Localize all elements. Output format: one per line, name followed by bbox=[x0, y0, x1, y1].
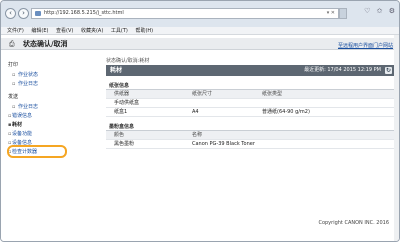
paper-info-section: 纸张信息 供纸器 纸张尺寸 纸张类型 手动供纸盒 纸盒1 A4 普通纸(64-9… bbox=[106, 82, 395, 117]
menu-favorites[interactable]: 收藏夹(A) bbox=[81, 28, 103, 34]
selection-highlight bbox=[7, 145, 67, 158]
scrollbar[interactable] bbox=[394, 35, 399, 241]
sidebar: 打印 ▫ 作业状态 ▫ 作业日志 发送 ▫ 作业日志 ▫ 错误信息 ▪ 耗材 ▫ 设备功能 … bbox=[6, 57, 102, 158]
sidebar-item-print-job-log[interactable]: ▫ 作业日志 bbox=[6, 80, 102, 89]
page-content: ⎙ 状态确认/取消 至远程用户界面门户网站 打印 ▫ 作业状态 ▫ 作业日志 发送 … bbox=[1, 35, 399, 241]
breadcrumb: 状态确认/取消:耗材 bbox=[106, 58, 150, 64]
table-cell: 手动供纸盒 bbox=[114, 100, 140, 106]
sidebar-item-label: 设备功能 bbox=[12, 131, 33, 137]
sidebar-item-label: 耗材 bbox=[12, 122, 23, 128]
column-header: 纸张尺寸 bbox=[192, 91, 213, 97]
menu-bar: 文件(F) 编辑(E) 查看(V) 收藏夹(A) 工具(T) 帮助(H) bbox=[1, 27, 399, 35]
back-icon[interactable]: ‹ bbox=[5, 8, 16, 19]
browser-toolbar: ‹ › http://192.168.5.215/j_sttc.html ▾ ✕… bbox=[1, 1, 399, 27]
browser-window: ‹ › http://192.168.5.215/j_sttc.html ▾ ✕… bbox=[0, 0, 400, 242]
menu-tools[interactable]: 工具(T) bbox=[111, 28, 128, 34]
bullet-icon: ▫ bbox=[12, 72, 16, 78]
table-cell: 黑色墨粉 bbox=[114, 141, 135, 147]
bullet-icon: ▫ bbox=[12, 104, 16, 110]
sidebar-item-error-info[interactable]: ▫ 错误信息 bbox=[6, 112, 102, 121]
refresh-icon[interactable]: ↻ bbox=[385, 67, 392, 74]
portal-link[interactable]: 至远程用户界面门户网站 bbox=[338, 42, 393, 49]
address-bar[interactable]: http://192.168.5.215/j_sttc.html ▾ ✕ bbox=[31, 8, 339, 19]
address-tools-icon[interactable]: ▾ ✕ bbox=[327, 9, 335, 18]
table-header-row: 颜色 名称 bbox=[106, 131, 395, 140]
table-cell: 纸盒1 bbox=[114, 109, 128, 115]
sidebar-item-print-job-status[interactable]: ▫ 作业状态 bbox=[6, 71, 102, 80]
bullet-icon: ▫ bbox=[12, 81, 16, 87]
sidebar-item-label: 作业日志 bbox=[18, 104, 39, 110]
column-header: 供纸器 bbox=[114, 91, 130, 97]
sidebar-item-label: 作业日志 bbox=[18, 81, 39, 87]
sidebar-item-consumables[interactable]: ▪ 耗材 bbox=[6, 121, 102, 130]
content-title: 耗材 bbox=[110, 67, 123, 74]
column-header: 名称 bbox=[192, 132, 203, 138]
sidebar-item-label: 作业状态 bbox=[18, 72, 39, 78]
page-header: ⎙ 状态确认/取消 至远程用户界面门户网站 bbox=[1, 38, 399, 50]
column-header: 纸张类型 bbox=[262, 91, 283, 97]
bullet-icon: ▪ bbox=[8, 122, 12, 128]
url-text: http://192.168.5.215/j_sttc.html bbox=[44, 10, 124, 16]
sidebar-item-send-job-log[interactable]: ▫ 作业日志 bbox=[6, 103, 102, 112]
column-header: 颜色 bbox=[114, 132, 125, 138]
main-panel: 状态确认/取消:耗材 耗材 最近更新: 17/04 2015 12:19 PM … bbox=[106, 57, 395, 149]
bullet-icon: ▫ bbox=[8, 131, 12, 137]
section-heading: 墨粉盒信息 bbox=[106, 123, 395, 131]
copyright: Copyright CANON INC. 2016 bbox=[318, 220, 389, 226]
status-icon: ⎙ bbox=[9, 40, 15, 48]
forward-icon[interactable]: › bbox=[18, 8, 29, 19]
page-icon bbox=[35, 11, 41, 16]
sidebar-item-device-features[interactable]: ▫ 设备功能 bbox=[6, 130, 102, 139]
section-heading: 纸张信息 bbox=[106, 82, 395, 90]
sidebar-section-send: 发送 bbox=[8, 94, 19, 100]
cartridge-info-section: 墨粉盒信息 颜色 名称 黑色墨粉 Canon PG-39 Black Toner bbox=[106, 123, 395, 149]
table-cell: 普通纸(64-90 g/m2) bbox=[262, 109, 310, 115]
page-title: 状态确认/取消 bbox=[23, 40, 68, 48]
menu-edit[interactable]: 编辑(E) bbox=[31, 28, 48, 34]
table-row: 手动供纸盒 bbox=[106, 99, 395, 108]
browser-tab[interactable] bbox=[339, 8, 347, 19]
menu-file[interactable]: 文件(F) bbox=[7, 28, 24, 34]
table-row: 黑色墨粉 Canon PG-39 Black Toner bbox=[106, 140, 395, 149]
content-title-bar: 耗材 最近更新: 17/04 2015 12:19 PM ↻ bbox=[106, 65, 395, 76]
table-header-row: 供纸器 纸张尺寸 纸张类型 bbox=[106, 90, 395, 99]
table-cell: Canon PG-39 Black Toner bbox=[192, 141, 255, 147]
sidebar-item-label: 错误信息 bbox=[12, 113, 33, 119]
menu-view[interactable]: 查看(V) bbox=[56, 28, 73, 34]
browser-tools-icons[interactable]: ♡ ✩ ⚙ bbox=[364, 7, 397, 15]
menu-help[interactable]: 帮助(H) bbox=[135, 28, 153, 34]
table-row: 纸盒1 A4 普通纸(64-90 g/m2) bbox=[106, 108, 395, 117]
sidebar-section-print: 打印 bbox=[8, 62, 19, 68]
last-updated: 最近更新: 17/04 2015 12:19 PM bbox=[304, 67, 381, 73]
table-cell: A4 bbox=[192, 109, 199, 115]
bullet-icon: ▫ bbox=[8, 113, 12, 119]
